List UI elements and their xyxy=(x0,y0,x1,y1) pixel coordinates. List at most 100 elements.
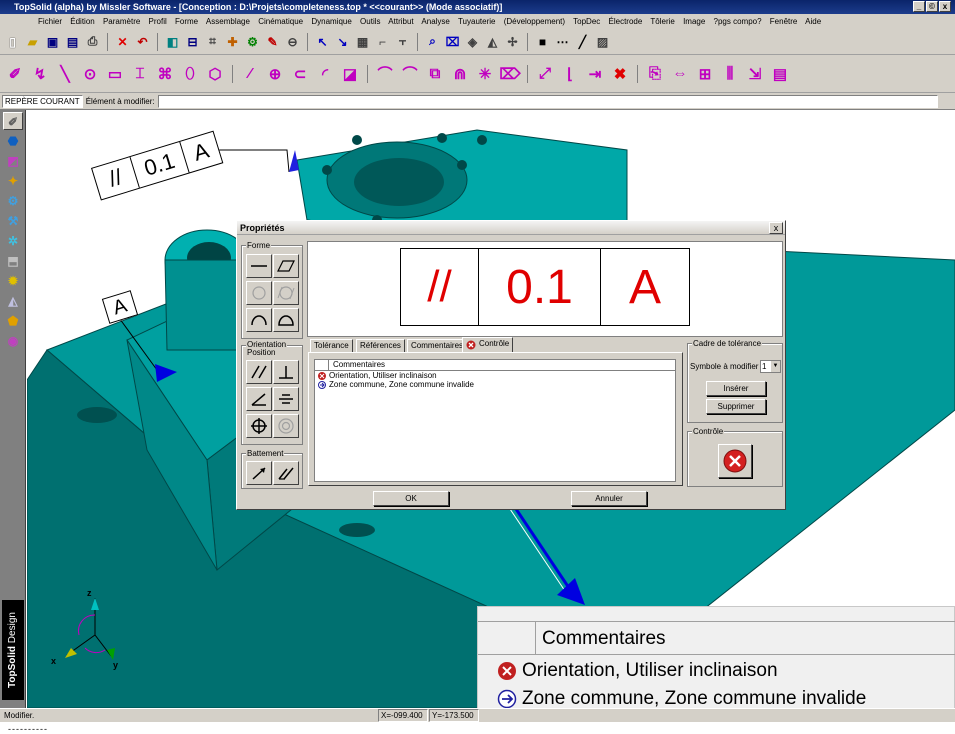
delete-icon[interactable]: ✕ xyxy=(114,33,131,50)
menu-profil[interactable]: Profil xyxy=(149,17,167,26)
menu-topdec[interactable]: TopDec xyxy=(573,17,600,26)
print-icon[interactable]: ⎙ xyxy=(84,33,101,50)
pattern-icon[interactable]: ⊞ xyxy=(694,63,716,85)
surface-icon[interactable]: ◩ xyxy=(3,152,23,170)
menu-electrode[interactable]: Électrode xyxy=(609,17,643,26)
sketch-icon[interactable]: ◪ xyxy=(339,63,361,85)
menu-parametre[interactable]: Paramètre xyxy=(103,17,140,26)
menu-cinematique[interactable]: Cinématique xyxy=(258,17,303,26)
concentricity-button[interactable] xyxy=(273,414,299,438)
menu-developpement[interactable]: (Développement) xyxy=(504,17,565,26)
current-frame-label[interactable]: REPÈRE COURANT xyxy=(2,94,83,108)
trim-icon[interactable]: ⌦ xyxy=(499,63,521,85)
tool-a-icon[interactable]: ✚ xyxy=(224,33,241,50)
table-icon[interactable]: ▤ xyxy=(769,63,791,85)
menu-attribut[interactable]: Attribut xyxy=(388,17,413,26)
cancel-button[interactable]: Annuler xyxy=(571,491,647,506)
list-item[interactable]: Orientation, Utiliser inclinaison xyxy=(315,371,675,380)
menu-aide[interactable]: Aide xyxy=(805,17,821,26)
symmetry-button[interactable] xyxy=(273,387,299,411)
move-icon[interactable]: ⇔ xyxy=(669,63,691,85)
chamfer-icon[interactable]: ⌊ xyxy=(559,63,581,85)
tool-c-icon[interactable]: ✎ xyxy=(264,33,281,50)
parallelism-button[interactable] xyxy=(246,360,272,384)
menu-fichier[interactable]: Fichier xyxy=(38,17,62,26)
tool-b-icon[interactable]: ⚙ xyxy=(244,33,261,50)
menu-outils[interactable]: Outils xyxy=(360,17,380,26)
chevron-down-icon[interactable]: ▼ xyxy=(771,361,780,372)
menu-tolerie[interactable]: Tôlerie xyxy=(650,17,674,26)
perpendicularity-button[interactable] xyxy=(273,360,299,384)
fillet-icon[interactable]: ◜ xyxy=(314,63,336,85)
straightness-button[interactable] xyxy=(246,254,272,278)
analysis-icon[interactable]: ◉ xyxy=(3,332,23,350)
circularity-button[interactable] xyxy=(246,281,272,305)
polygon-icon[interactable]: ⬡ xyxy=(204,63,226,85)
flatness-button[interactable] xyxy=(273,254,299,278)
tool-d-icon[interactable]: ⊖ xyxy=(284,33,301,50)
oblong-icon[interactable]: ⊂ xyxy=(289,63,311,85)
angularity-button[interactable] xyxy=(246,387,272,411)
frame-icon[interactable]: ⌶ xyxy=(129,63,151,85)
line-icon[interactable]: ╲ xyxy=(54,63,76,85)
total-runout-button[interactable] xyxy=(273,461,299,485)
select-icon[interactable]: ↖ xyxy=(314,33,331,50)
arc2-icon[interactable]: ⌒ xyxy=(399,63,421,85)
circle-icon[interactable]: ⊙ xyxy=(79,63,101,85)
insert-button[interactable]: Insérer xyxy=(706,381,766,396)
restore-button[interactable]: © xyxy=(926,1,938,12)
shade-icon[interactable]: ◧ xyxy=(164,33,181,50)
tab-commentaires[interactable]: Commentaires xyxy=(407,339,468,353)
layer-icon[interactable]: ◈ xyxy=(464,33,481,50)
point-icon[interactable]: ⊕ xyxy=(264,63,286,85)
tab-references[interactable]: Références xyxy=(356,339,405,353)
menu-fenetre[interactable]: Fenêtre xyxy=(770,17,798,26)
open-file-icon[interactable]: ▰ xyxy=(24,33,41,50)
tab-controle[interactable]: Contrôle xyxy=(462,337,514,353)
snap-icon[interactable]: ✳ xyxy=(474,63,496,85)
menu-image[interactable]: Image xyxy=(683,17,705,26)
lineweight-icon[interactable]: ╱ xyxy=(574,33,591,50)
mechanism-icon[interactable]: ✲ xyxy=(3,232,23,250)
solid-icon[interactable]: ⬣ xyxy=(3,132,23,150)
pocket-icon[interactable]: ⋒ xyxy=(449,63,471,85)
pick-icon[interactable]: ↘ xyxy=(334,33,351,50)
list-item[interactable]: Zone commune, Zone commune invalide xyxy=(315,380,675,389)
curve-icon[interactable]: ✐ xyxy=(4,63,26,85)
assembly-icon[interactable]: ⚒ xyxy=(3,212,23,230)
view-icon[interactable]: ◭ xyxy=(484,33,501,50)
feature-icon[interactable]: ✦ xyxy=(3,172,23,190)
electrode-icon[interactable]: ✹ xyxy=(3,272,23,290)
close-button[interactable]: x xyxy=(939,1,951,12)
menu-forme[interactable]: Forme xyxy=(175,17,198,26)
symbole-select[interactable]: 1 ▼ xyxy=(760,360,781,373)
hatch-icon[interactable]: ▨ xyxy=(594,33,611,50)
dialog-close-button[interactable]: x xyxy=(769,222,783,234)
grid-icon[interactable]: ▦ xyxy=(354,33,371,50)
ok-button[interactable]: OK xyxy=(373,491,449,506)
comments-list[interactable]: Commentaires Orientation, Utiliser incli… xyxy=(314,359,676,482)
menu-dynamique[interactable]: Dynamique xyxy=(311,17,351,26)
mirror-icon[interactable]: ⫼ xyxy=(719,63,741,85)
minimize-button[interactable]: _ xyxy=(913,1,925,12)
linetype-icon[interactable]: ⋯ xyxy=(554,33,571,50)
ellipse-icon[interactable]: ⬯ xyxy=(179,63,201,85)
zoom-window-icon[interactable]: ⌧ xyxy=(444,33,461,50)
axis-icon[interactable]: ✢ xyxy=(504,33,521,50)
symmetry-icon[interactable]: ⌘ xyxy=(154,63,176,85)
menu-edition[interactable]: Édition xyxy=(70,17,94,26)
cylindricity-button[interactable] xyxy=(273,281,299,305)
delete-button[interactable]: Supprimer xyxy=(706,399,766,414)
menu-analyse[interactable]: Analyse xyxy=(421,17,449,26)
cross-icon[interactable]: ✖ xyxy=(609,63,631,85)
undo-icon[interactable]: ↶ xyxy=(134,33,151,50)
offset-icon[interactable]: ⇥ xyxy=(584,63,606,85)
runout-button[interactable] xyxy=(246,461,272,485)
properties-icon[interactable]: ▤ xyxy=(64,33,81,50)
polyline-icon[interactable]: ↯ xyxy=(29,63,51,85)
menu-pgs-compo[interactable]: ?pgs compo? xyxy=(714,17,762,26)
analyze-icon[interactable]: ⌗ xyxy=(204,33,221,50)
stretch-icon[interactable]: ⇲ xyxy=(744,63,766,85)
render-icon[interactable]: ⬟ xyxy=(3,312,23,330)
line-profile-button[interactable] xyxy=(246,308,272,332)
